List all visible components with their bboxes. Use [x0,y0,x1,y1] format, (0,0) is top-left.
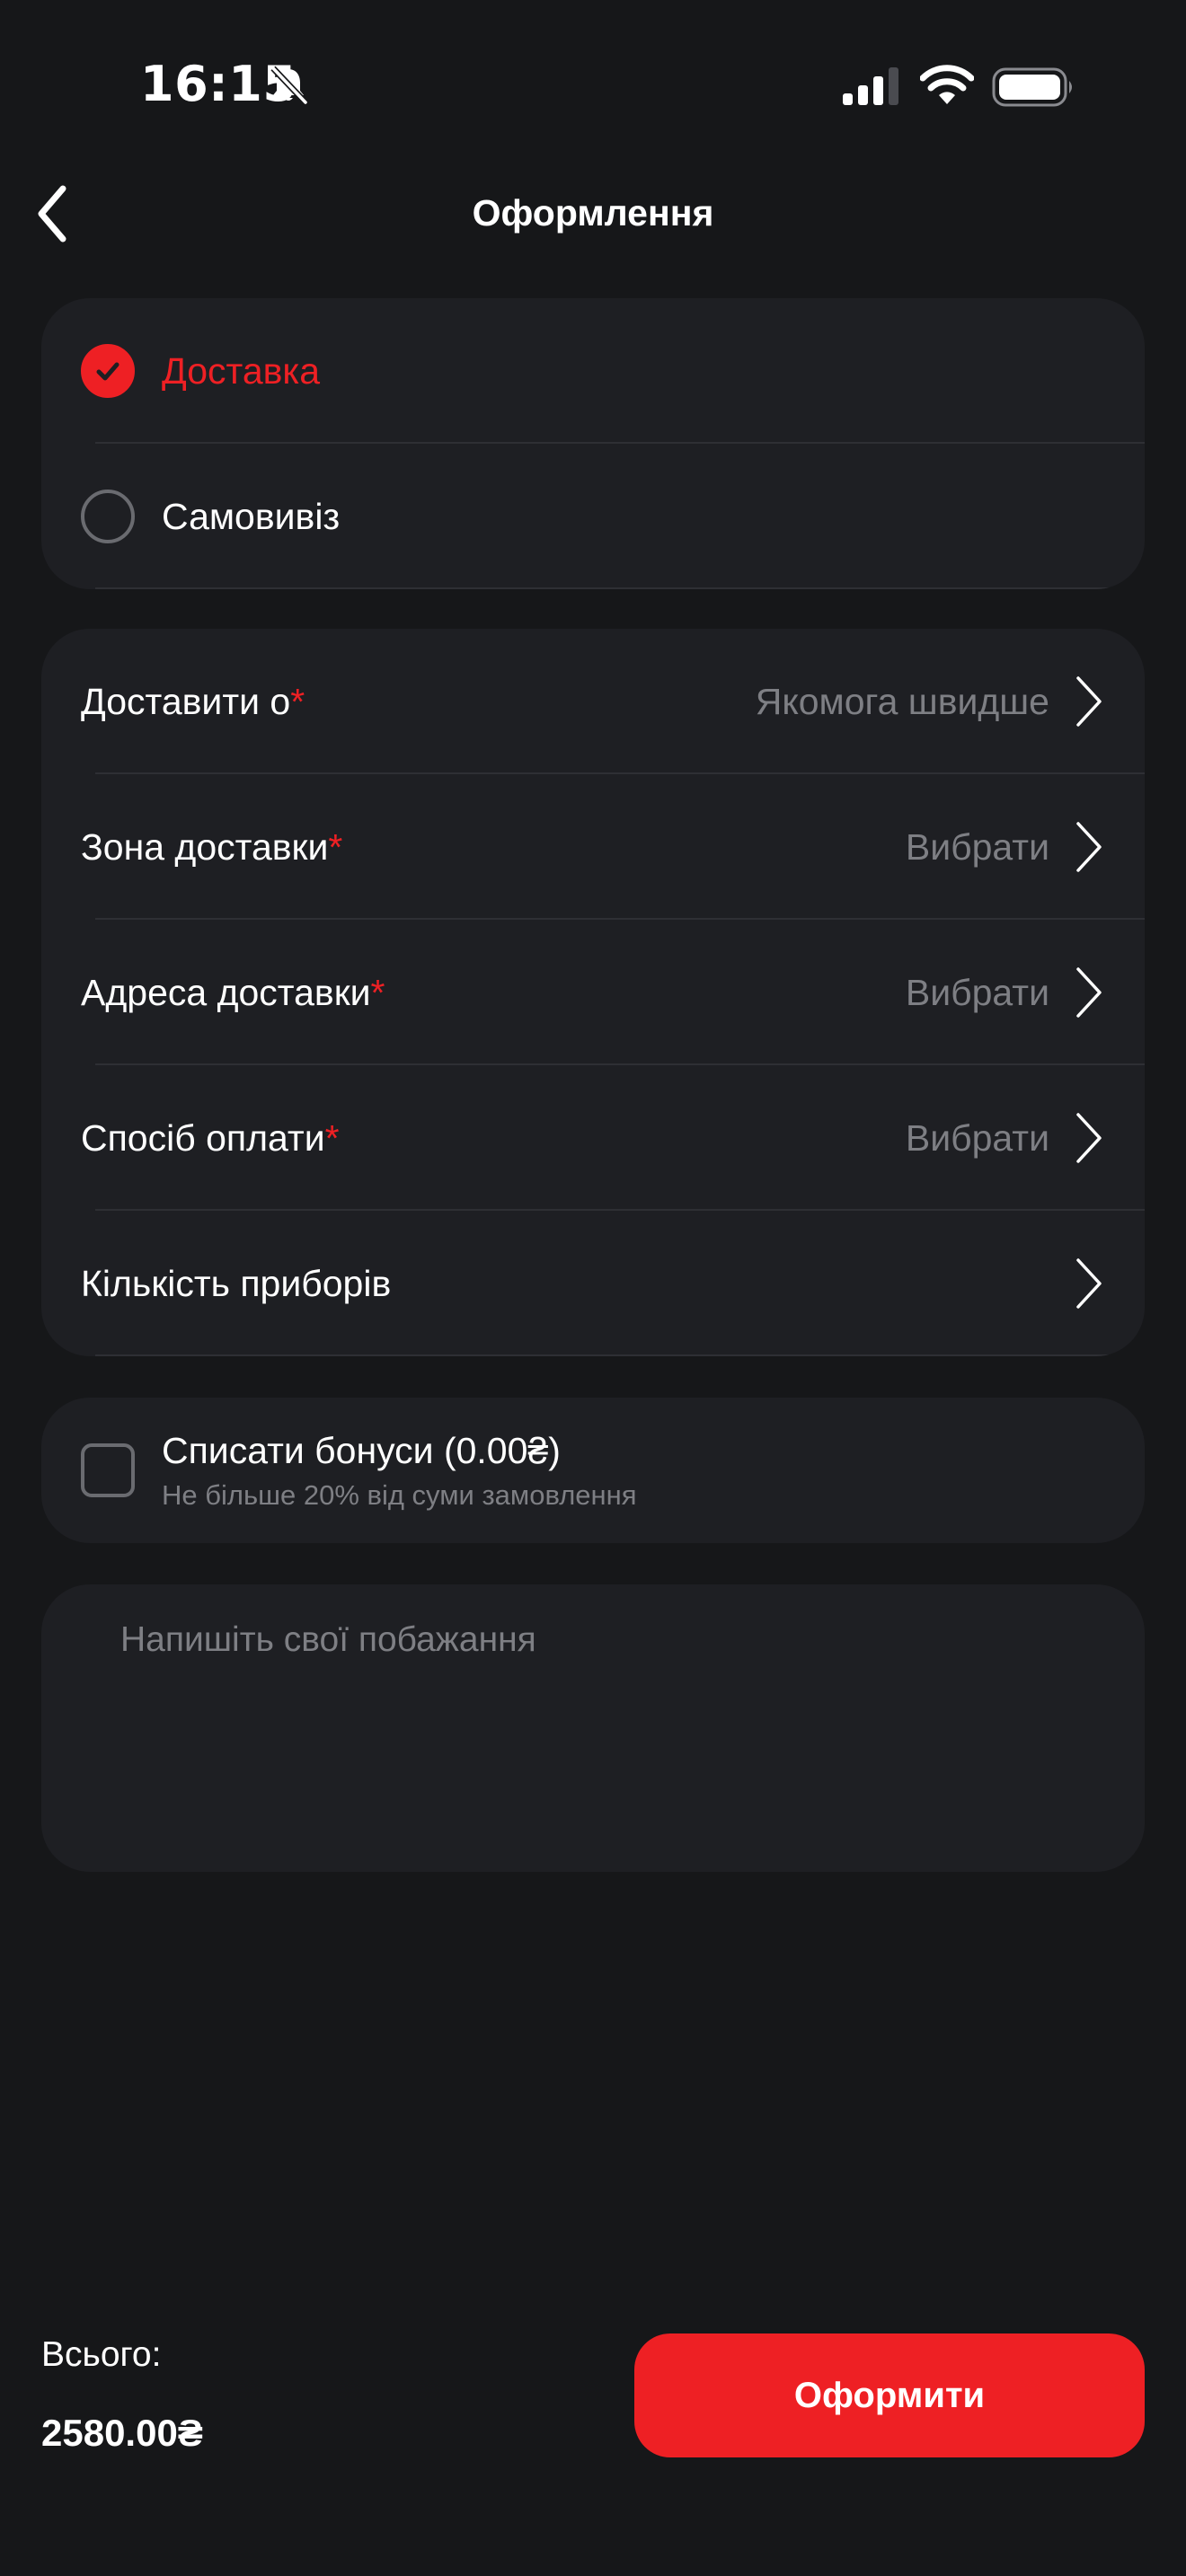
checkmark-icon [96,362,119,381]
radio-checked[interactable] [81,344,135,398]
signal-icon [843,67,898,105]
submit-order-button[interactable]: Оформити [634,2333,1145,2457]
delivery-method-card: Доставка Самовивіз [41,298,1145,589]
chevron-right-icon [1076,967,1102,1018]
required-mark: * [328,825,343,868]
status-bar: 16:15 [0,0,1186,171]
comment-card [41,1584,1145,1872]
nav-bar: Оформлення [0,171,1186,296]
cutlery-count-row[interactable]: Кількість приборів [41,1211,1145,1356]
delivery-option-label: Доставка [162,349,321,392]
divider [95,1354,1145,1356]
delivery-zone-value: Вибрати [905,825,1049,868]
bonus-title: Списати бонуси (0.00₴) [162,1430,561,1472]
bonus-text: Списати бонуси (0.00₴) Не більше 20% від… [162,1429,637,1511]
delivery-option[interactable]: Доставка [41,298,1145,444]
delivery-time-value: Якомога швидше [755,680,1049,722]
order-details-card: Доставити о* Якомога швидше Зона доставк… [41,629,1145,1356]
payment-method-value: Вибрати [905,1116,1049,1159]
delivery-time-label: Доставити о* [81,680,305,722]
chevron-right-icon [1076,822,1102,872]
comment-input[interactable] [120,1620,1109,1836]
bonus-card[interactable]: Списати бонуси (0.00₴) Не більше 20% від… [41,1398,1145,1543]
required-mark: * [370,971,385,1013]
payment-method-row[interactable]: Спосіб оплати* Вибрати [41,1065,1145,1211]
delivery-zone-row[interactable]: Зона доставки* Вибрати [41,774,1145,920]
payment-method-label: Спосіб оплати* [81,1116,340,1159]
delivery-time-row[interactable]: Доставити о* Якомога швидше [41,629,1145,774]
required-mark: * [290,680,305,722]
bell-slash-icon [270,66,308,105]
delivery-address-row[interactable]: Адреса доставки* Вибрати [41,920,1145,1065]
delivery-zone-label: Зона доставки* [81,825,343,868]
radio-unchecked[interactable] [81,490,135,543]
chevron-right-icon [1076,1113,1102,1163]
checkout-screen: 16:15 Оформлення Доставка Самовивіз Дост… [0,0,1186,2576]
required-mark: * [324,1116,340,1159]
pickup-option[interactable]: Самовивіз [41,444,1145,589]
total-value: 2580.00₴ [41,2412,203,2454]
total-label: Всього: [41,2335,162,2374]
divider [95,587,1145,589]
battery-icon [992,67,1072,107]
wifi-icon [920,65,974,104]
cutlery-count-label: Кількість приборів [81,1262,392,1304]
chevron-right-icon [1076,676,1102,727]
delivery-address-label: Адреса доставки* [81,971,385,1013]
delivery-address-value: Вибрати [905,971,1049,1013]
bonus-subtitle: Не більше 20% від суми замовлення [162,1478,637,1511]
page-title: Оформлення [472,192,714,234]
chevron-right-icon [1076,1258,1102,1309]
pickup-option-label: Самовивіз [162,495,341,537]
bonus-checkbox[interactable] [81,1443,135,1497]
